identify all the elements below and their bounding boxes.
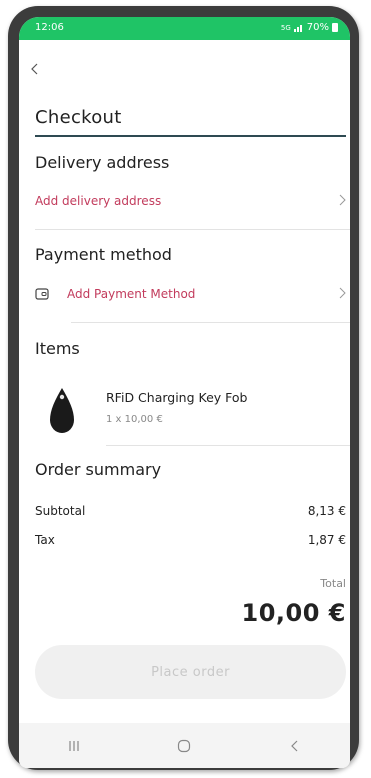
- wallet-icon: [35, 288, 49, 300]
- signal-icon: [293, 25, 302, 32]
- home-icon: [178, 739, 191, 752]
- divider: [71, 322, 350, 323]
- total-label: Total: [320, 577, 346, 590]
- system-back-button[interactable]: [275, 731, 315, 761]
- network-label: 5G: [280, 23, 291, 32]
- add-payment-method-label: Add Payment Method: [67, 287, 196, 301]
- battery-percent: 70%: [306, 22, 329, 33]
- add-payment-method-button[interactable]: Add Payment Method: [35, 283, 346, 305]
- divider: [106, 445, 350, 446]
- divider: [35, 229, 350, 230]
- tax-value: 1,87 €: [307, 533, 346, 547]
- item-name: RFiD Charging Key Fob: [106, 390, 248, 405]
- status-bar: 12:06 5G 70%: [19, 17, 350, 40]
- recent-apps-icon: [69, 740, 79, 751]
- chevron-left-icon: [31, 63, 38, 75]
- status-indicators: 5G 70%: [281, 22, 338, 33]
- battery-icon: [332, 23, 338, 32]
- app-screen: 12:06 5G 70% Checkout Delivery address A…: [19, 17, 350, 768]
- add-delivery-address-button[interactable]: Add delivery address: [35, 190, 346, 212]
- chevron-right-icon: [339, 287, 346, 299]
- total-value: 10,00 €: [241, 599, 346, 627]
- order-summary-heading: Order summary: [35, 460, 162, 479]
- title-underline: [35, 135, 346, 137]
- system-nav-bar: [19, 723, 350, 768]
- item-detail: 1 x 10,00 €: [106, 414, 163, 425]
- home-button[interactable]: [164, 731, 204, 761]
- back-button[interactable]: [31, 59, 51, 79]
- place-order-button[interactable]: Place order: [35, 645, 346, 699]
- key-fob-image: [50, 388, 74, 433]
- tax-label: Tax: [35, 533, 55, 547]
- recent-apps-button[interactable]: [54, 731, 94, 761]
- delivery-heading: Delivery address: [35, 153, 170, 172]
- payment-heading: Payment method: [35, 245, 172, 264]
- chevron-right-icon: [339, 194, 346, 206]
- status-time: 12:06: [35, 22, 64, 33]
- page-title: Checkout: [35, 107, 122, 128]
- subtotal-label: Subtotal: [35, 504, 86, 518]
- back-icon: [290, 740, 298, 751]
- items-heading: Items: [35, 339, 80, 358]
- subtotal-value: 8,13 €: [307, 504, 346, 518]
- add-delivery-address-label: Add delivery address: [35, 194, 162, 208]
